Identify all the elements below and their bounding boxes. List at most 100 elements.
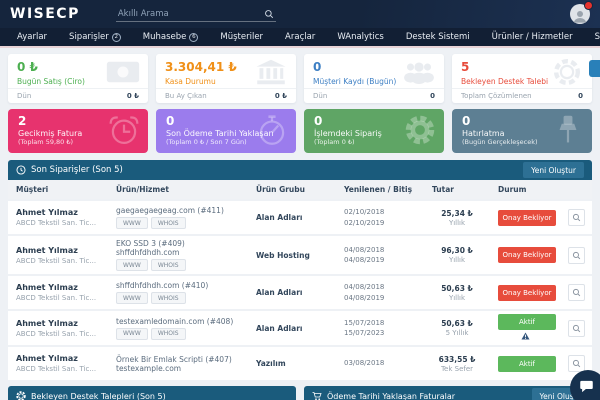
stat-footer-value: 0 ₺: [127, 92, 139, 100]
col-musteri: Müşteri: [8, 185, 108, 194]
stat-footer-value: 0 ₺: [275, 92, 287, 100]
renew-date: 15/07/2018: [344, 318, 416, 329]
search-icon[interactable]: [264, 9, 274, 19]
whois-button[interactable]: WHOIS: [151, 259, 186, 271]
www-button[interactable]: WWW: [116, 292, 148, 304]
notification-badge: [584, 1, 593, 10]
whois-button[interactable]: WHOIS: [151, 217, 186, 229]
menu-item-wanalytics[interactable]: WAnalytics: [326, 32, 395, 42]
product-link[interactable]: Örnek Bir Emlak Scripti (#407): [116, 355, 240, 364]
status-badge[interactable]: Aktif: [498, 356, 556, 372]
footer-title: Bekleyen Destek Talepleri (Son 5): [31, 392, 166, 400]
create-order-button[interactable]: Yeni Oluştur: [523, 162, 584, 178]
card-due-soon[interactable]: 0 Son Ödeme Tarihi Yaklaşan (Toplam 0 ₺ …: [156, 109, 296, 153]
customer-name[interactable]: Ahmet Yılmaz: [16, 283, 100, 292]
search-input[interactable]: [118, 9, 264, 19]
search-icon: [572, 324, 581, 333]
gear-icon: [404, 114, 436, 150]
product-group: Yazılım: [248, 359, 336, 368]
customer-name[interactable]: Ahmet Yılmaz: [16, 354, 100, 363]
stat-card-tickets[interactable]: 5 Bekleyen Destek Talebi Toplam Çözümlen…: [452, 54, 592, 103]
table-row: Ahmet YılmazABCD Tekstil San. Tic... EKO…: [8, 236, 592, 274]
view-order-button[interactable]: [568, 320, 585, 337]
summary-cards-row: 2 Gecikmiş Fatura (Toplam 59,80 ₺) 0 Son…: [8, 109, 592, 153]
card-processing-orders[interactable]: 0 İşlemdeki Sipariş (Toplam 0 ₺): [304, 109, 444, 153]
product-link[interactable]: EKO SSD 3 (#409): [116, 239, 240, 248]
status-badge[interactable]: Onay Bekliyor: [498, 210, 556, 226]
stat-card-cash[interactable]: 3.304,41 ₺ Kasa Durumu Bu Ay Çıkan0 ₺: [156, 54, 296, 103]
col-urun-hizmet: Ürün/Hizmet: [108, 185, 248, 194]
col-tutar: Tutar: [424, 185, 490, 194]
product-link[interactable]: testexamledomain.com (#408): [116, 317, 240, 326]
stat-footer-value: 0: [578, 92, 583, 100]
renew-date: 04/08/2018: [344, 245, 416, 256]
alarm-clock-icon: [108, 114, 140, 150]
status-badge[interactable]: Onay Bekliyor: [498, 285, 556, 301]
product-domain[interactable]: shffdhfdhdh.com: [116, 248, 240, 257]
end-date: 15/07/2023: [344, 328, 416, 339]
product-group: Alan Adları: [248, 324, 336, 333]
view-order-button[interactable]: [568, 209, 585, 226]
stat-footer-label: Toplam Çözümlenen: [461, 92, 532, 100]
col-durum: Durum: [490, 185, 560, 194]
card-overdue-invoices[interactable]: 2 Gecikmiş Fatura (Toplam 59,80 ₺): [8, 109, 148, 153]
menu-item-destek-sistemi[interactable]: Destek Sistemi: [395, 32, 481, 42]
stat-footer-label: Dün: [313, 92, 327, 100]
card-reminders[interactable]: 0 Hatırlatma (Bugün Gerçekleşecek): [452, 109, 592, 153]
footer-panels: Bekleyen Destek Talepleri (Son 5) Ödeme …: [8, 386, 592, 400]
status-badge[interactable]: Aktif: [498, 314, 556, 330]
stat-card-sales[interactable]: 0 ₺ Bugün Satış (Ciro) Dün0 ₺: [8, 54, 148, 103]
www-button[interactable]: WWW: [116, 217, 148, 229]
stat-card-signups[interactable]: 0 Müşteri Kaydı (Bugün) Dün0: [304, 54, 444, 103]
view-order-button[interactable]: [568, 355, 585, 372]
billing-cycle: Tek Sefer: [432, 365, 482, 373]
www-button[interactable]: WWW: [116, 259, 148, 271]
life-ring-icon: [16, 391, 26, 400]
menu-item-siparisler[interactable]: Siparişler2: [58, 32, 132, 42]
www-button[interactable]: WWW: [116, 328, 148, 340]
customer-company: ABCD Tekstil San. Tic...: [16, 365, 100, 373]
view-order-button[interactable]: [568, 247, 585, 264]
col-yenilenen-bitis: Yenilenen / Bitiş: [336, 185, 424, 194]
table-row: Ahmet YılmazABCD Tekstil San. Tic... gae…: [8, 201, 592, 234]
menu-item-musteriler[interactable]: Müşteriler: [209, 32, 274, 42]
side-panel-flap[interactable]: [589, 60, 600, 77]
amount: 633,55 ₺: [432, 355, 482, 364]
customer-name[interactable]: Ahmet Yılmaz: [16, 319, 100, 328]
renew-date: 02/10/2018: [344, 207, 416, 218]
menu-item-ayarlar[interactable]: Ayarlar: [6, 32, 58, 42]
menu-item-araclar[interactable]: Araçlar: [274, 32, 326, 42]
menu-item-muhasebe[interactable]: Muhasebe6: [132, 32, 210, 42]
clock-icon: [16, 165, 26, 175]
orders-table-header: Müşteri Ürün/Hizmet Ürün Grubu Yenilenen…: [8, 180, 592, 199]
chat-fab[interactable]: [570, 370, 600, 400]
customer-company: ABCD Tekstil San. Tic...: [16, 294, 100, 302]
stat-cards-row: 0 ₺ Bugün Satış (Ciro) Dün0 ₺ 3.304,41 ₺…: [8, 54, 592, 103]
pending-tickets-bar[interactable]: Bekleyen Destek Talepleri (Son 5): [8, 386, 296, 400]
table-row: Ahmet Yılmaz ABCD Tekstil San. Tic... Örn…: [8, 347, 592, 380]
whois-button[interactable]: WHOIS: [151, 328, 186, 340]
customer-name[interactable]: Ahmet Yılmaz: [16, 208, 100, 217]
money-bill-icon: [106, 59, 140, 89]
table-row: Ahmet Yılmaz ABCD Tekstil San. Tic... shf…: [8, 276, 592, 309]
upcoming-invoices-bar[interactable]: Ödeme Tarihi Yaklaşan Faturalar Yeni Olu…: [304, 386, 592, 400]
product-link[interactable]: shffdhfdhdh.com (#410): [116, 281, 240, 290]
menu-item-site-yonetimi[interactable]: Site Yönetimi: [584, 32, 600, 42]
whois-button[interactable]: WHOIS: [151, 292, 186, 304]
renew-date: 03/08/2018: [344, 358, 416, 369]
stat-footer-value: 0: [430, 92, 435, 100]
product-link[interactable]: gaegaegaegeag.com (#411): [116, 206, 240, 215]
end-date: 04/08/2019: [344, 255, 416, 266]
customer-name[interactable]: Ahmet Yılmaz: [16, 246, 100, 255]
orders-panel-header: Son Siparişler (Son 5) Yeni Oluştur: [8, 160, 592, 180]
view-order-button[interactable]: [568, 284, 585, 301]
user-avatar[interactable]: [570, 4, 590, 24]
warning-icon: [498, 332, 552, 342]
amount: 50,63 ₺: [432, 284, 482, 293]
billing-cycle: Yıllık: [432, 256, 482, 264]
status-badge[interactable]: Onay Bekliyor: [498, 247, 556, 263]
product-domain[interactable]: testexample.com: [116, 364, 240, 373]
stopwatch-icon: [256, 114, 288, 150]
menu-item-urunler-hizmetler[interactable]: Ürünler / Hizmetler: [481, 32, 584, 42]
product-group: Alan Adları: [248, 213, 336, 222]
